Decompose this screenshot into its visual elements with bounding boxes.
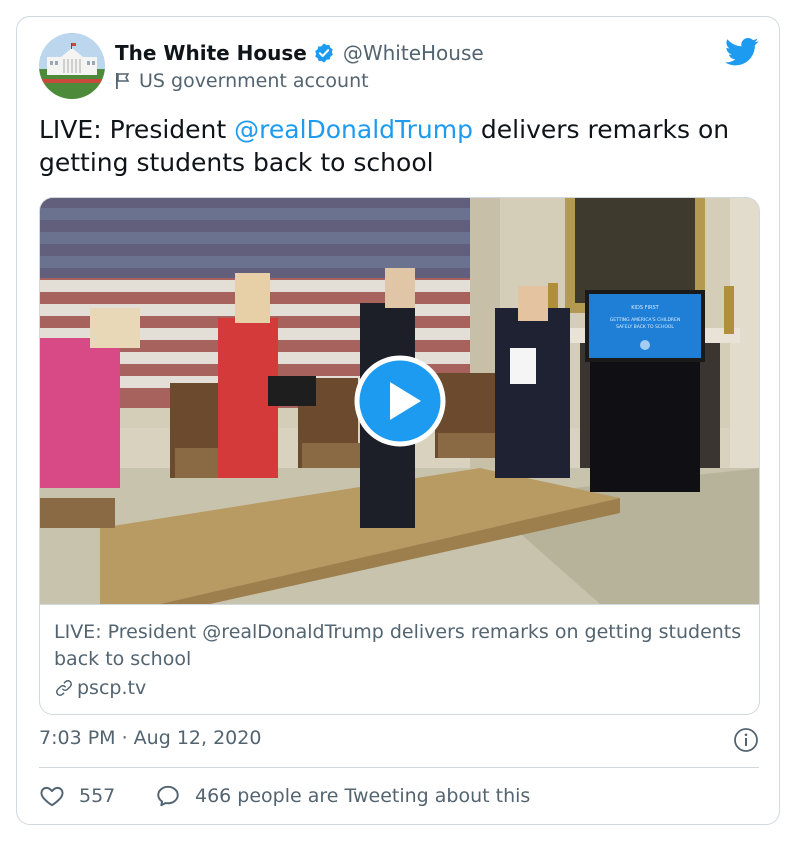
heart-icon	[39, 783, 65, 809]
divider	[39, 767, 759, 768]
screen-line-1: KIDS FIRST	[631, 305, 659, 311]
like-action[interactable]: 557	[39, 783, 115, 809]
author-name[interactable]: The White House	[115, 41, 307, 65]
link-card-body: LIVE: President @realDonaldTrump deliver…	[40, 604, 759, 714]
screen-line-3: SAFELY BACK TO SCHOOL	[616, 324, 674, 330]
author-row: The White House @WhiteHouse	[115, 39, 484, 67]
speech-bubble-icon	[155, 783, 181, 809]
link-preview-card[interactable]: KIDS FIRST GETTING AMERICA'S CHILDREN SA…	[39, 197, 760, 715]
info-icon[interactable]	[733, 727, 759, 753]
tweet-about-this-action[interactable]: 466 people are Tweeting about this	[155, 783, 530, 809]
author-handle[interactable]: @WhiteHouse	[343, 41, 484, 65]
tweet-about-label: 466 people are Tweeting about this	[195, 785, 531, 807]
link-card-title: LIVE: President @realDonaldTrump deliver…	[54, 621, 742, 670]
government-label-row: US government account	[115, 69, 369, 93]
tweet-text: LIVE: President @realDonaldTrump deliver…	[39, 113, 759, 179]
twitter-bird-icon[interactable]	[725, 37, 759, 67]
verified-badge-icon	[313, 42, 335, 64]
link-icon	[54, 678, 74, 698]
tweet-timestamp[interactable]: 7:03 PM · Aug 12, 2020	[39, 727, 261, 749]
mention-link[interactable]: @realDonaldTrump	[234, 115, 473, 144]
white-house-avatar-image	[39, 33, 105, 99]
video-thumbnail[interactable]: KIDS FIRST GETTING AMERICA'S CHILDREN SA…	[40, 198, 759, 604]
tweet-text-prefix: LIVE: President	[39, 115, 235, 144]
link-card-domain-row: pscp.tv	[54, 677, 146, 699]
play-button[interactable]	[354, 355, 446, 447]
link-card-domain: pscp.tv	[77, 677, 147, 699]
screen-line-2: GETTING AMERICA'S CHILDREN	[610, 317, 681, 323]
account-label: US government account	[139, 70, 369, 92]
avatar[interactable]	[39, 33, 105, 99]
tweet-card: The White House @WhiteHouse US governmen…	[16, 16, 780, 825]
play-icon	[354, 355, 446, 447]
like-count: 557	[79, 785, 116, 807]
flag-icon	[115, 72, 131, 90]
